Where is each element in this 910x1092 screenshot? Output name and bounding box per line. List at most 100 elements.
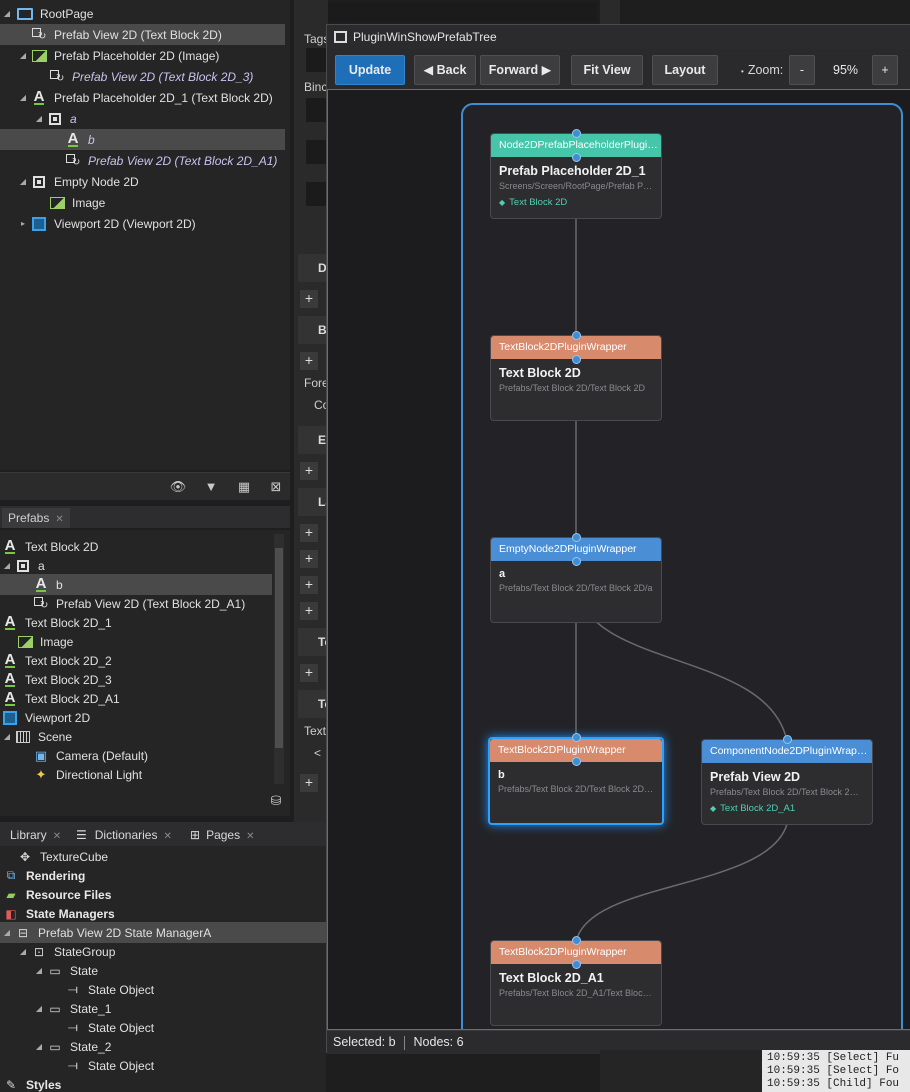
- section-header[interactable]: Ef: [298, 426, 330, 454]
- prefab-item[interactable]: ▣ Camera (Default): [0, 745, 290, 766]
- input-port[interactable]: [572, 936, 581, 945]
- expand-arrow-icon[interactable]: ◢: [2, 928, 12, 937]
- library-item[interactable]: ⟞ State Object: [0, 1017, 290, 1038]
- prefab-item[interactable]: A b: [0, 574, 272, 595]
- name-field[interactable]: b: [307, 2, 597, 22]
- output-port[interactable]: [572, 355, 581, 364]
- graph-node[interactable]: TextBlock2DPluginWrapper Text Block 2D_A…: [490, 936, 662, 1026]
- eye-icon[interactable]: 👁: [167, 478, 189, 496]
- input-port[interactable]: [783, 735, 792, 744]
- graph-node[interactable]: ComponentNode2DPluginWrapper Prefab View…: [701, 735, 873, 825]
- section-header[interactable]: Te: [298, 690, 331, 718]
- input-port[interactable]: [572, 733, 581, 742]
- text-field-value[interactable]: <: [314, 746, 321, 760]
- add-prefab-icon[interactable]: ⛁: [265, 792, 287, 810]
- tree-item-rootpage[interactable]: ◢ RootPage: [0, 3, 290, 24]
- prefabs-scrollbar[interactable]: [274, 534, 284, 784]
- tree-item-prefab-placeholder-2d-1[interactable]: ◢ A Prefab Placeholder 2D_1 (Text Block …: [0, 87, 290, 108]
- tree-item-image[interactable]: Image: [0, 192, 290, 213]
- plugin-window-titlebar[interactable]: PluginWinShowPrefabTree: [327, 25, 910, 49]
- expand-arrow-icon[interactable]: ◢: [34, 1042, 44, 1051]
- graph-canvas[interactable]: Node2DPrefabPlaceholderPlugin... Prefab …: [327, 89, 910, 1030]
- collapse-icon[interactable]: ⊠: [265, 478, 287, 496]
- add-property-button[interactable]: +: [300, 664, 318, 682]
- forward-button[interactable]: Forward ▶: [480, 55, 560, 85]
- prefab-item[interactable]: A Text Block 2D: [0, 536, 290, 557]
- binding-field[interactable]: [306, 140, 328, 164]
- library-item[interactable]: ◧ State Managers: [0, 903, 290, 924]
- close-icon[interactable]: ✕: [246, 831, 254, 842]
- tree-item-viewport-2d[interactable]: ▸ Viewport 2D (Viewport 2D): [0, 213, 290, 234]
- add-property-button[interactable]: +: [300, 462, 318, 480]
- add-property-button[interactable]: +: [300, 602, 318, 620]
- zoom-out-button[interactable]: -: [789, 55, 815, 85]
- layout-button[interactable]: Layout: [652, 55, 718, 85]
- graph-node[interactable]: TextBlock2DPluginWrapper Text Block 2D P…: [490, 331, 662, 421]
- filter-icon[interactable]: ▼: [200, 478, 222, 496]
- expand-arrow-icon[interactable]: ◢: [34, 1004, 44, 1013]
- prefab-item[interactable]: A Text Block 2D_1: [0, 612, 290, 633]
- library-item[interactable]: ✎ Styles: [0, 1074, 290, 1092]
- section-header[interactable]: B: [298, 316, 328, 344]
- prefab-item[interactable]: A Text Block 2D_A1: [0, 688, 290, 709]
- add-property-button[interactable]: +: [300, 576, 318, 594]
- grid-icon[interactable]: ▦: [233, 478, 255, 496]
- tree-item-prefab-view-2d-a1[interactable]: Prefab View 2D (Text Block 2D_A1): [0, 150, 290, 171]
- expand-arrow-icon[interactable]: ◢: [2, 561, 12, 570]
- prefab-item[interactable]: Prefab View 2D (Text Block 2D_A1): [0, 593, 290, 614]
- expand-arrow-icon[interactable]: ◢: [34, 966, 44, 975]
- prefab-item[interactable]: A Text Block 2D_3: [0, 669, 290, 690]
- graph-node[interactable]: Node2DPrefabPlaceholderPlugin... Prefab …: [490, 129, 662, 219]
- close-icon[interactable]: ✕: [163, 831, 171, 842]
- library-item[interactable]: ◢ ▭ State_1: [0, 998, 290, 1019]
- tab-pages[interactable]: ⊞ Pages ✕: [190, 825, 254, 845]
- library-item[interactable]: ◢ ⊟ Prefab View 2D State ManagerA: [0, 922, 326, 943]
- close-icon[interactable]: ✕: [55, 514, 63, 525]
- tab-prefabs[interactable]: Prefabs ✕: [2, 508, 70, 528]
- tree-item-b[interactable]: A b: [0, 129, 285, 150]
- expand-arrow-icon[interactable]: ◢: [18, 93, 28, 102]
- library-item[interactable]: ◢ ▭ State: [0, 960, 290, 981]
- add-property-button[interactable]: +: [300, 290, 318, 308]
- library-item[interactable]: ◢ ▭ State_2: [0, 1036, 290, 1057]
- tab-library[interactable]: Library ✕: [10, 825, 61, 845]
- expand-arrow-icon[interactable]: ◢: [18, 177, 28, 186]
- fit-view-button[interactable]: Fit View: [571, 55, 643, 85]
- section-header[interactable]: La: [298, 488, 332, 516]
- zoom-in-button[interactable]: +: [872, 55, 898, 85]
- input-port[interactable]: [572, 533, 581, 542]
- prefab-item[interactable]: Image: [0, 631, 290, 652]
- output-port[interactable]: [572, 757, 581, 766]
- input-port[interactable]: [572, 129, 581, 138]
- prefab-item[interactable]: Viewport 2D: [0, 707, 290, 728]
- expand-arrow-icon[interactable]: ◢: [2, 732, 12, 741]
- binding-field[interactable]: [306, 98, 328, 122]
- expand-arrow-icon[interactable]: ▸: [18, 219, 28, 228]
- binding-field[interactable]: [306, 182, 328, 206]
- add-property-button[interactable]: +: [300, 774, 318, 792]
- library-item[interactable]: ◢ ⊡ StateGroup: [0, 941, 290, 962]
- prefab-item[interactable]: A Text Block 2D_2: [0, 650, 290, 671]
- tree-item-prefab-view-2d[interactable]: Prefab View 2D (Text Block 2D): [0, 24, 285, 45]
- library-item[interactable]: ▰ Resource Files: [0, 884, 290, 905]
- update-button[interactable]: Update: [335, 55, 405, 85]
- add-property-button[interactable]: +: [300, 524, 318, 542]
- expand-arrow-icon[interactable]: ◢: [2, 9, 12, 18]
- prefab-item[interactable]: ✦ Directional Light: [0, 764, 290, 785]
- expand-arrow-icon[interactable]: ◢: [34, 114, 44, 123]
- tree-item-a[interactable]: ◢ a: [0, 108, 290, 129]
- prefab-item[interactable]: ◢ Scene: [0, 726, 290, 747]
- graph-node-selected[interactable]: TextBlock2DPluginWrapper b Prefabs/Text …: [488, 733, 664, 825]
- add-property-button[interactable]: +: [300, 352, 318, 370]
- expand-arrow-icon[interactable]: ◢: [18, 51, 28, 60]
- back-button[interactable]: ◀ Back: [414, 55, 476, 85]
- input-port[interactable]: [572, 331, 581, 340]
- library-item[interactable]: ⟞ State Object: [0, 1055, 290, 1076]
- tree-item-prefab-view-2d-3[interactable]: Prefab View 2D (Text Block 2D_3): [0, 66, 290, 87]
- tree-item-prefab-placeholder-image[interactable]: ◢ Prefab Placeholder 2D (Image): [0, 45, 290, 66]
- section-header[interactable]: Te: [298, 628, 331, 656]
- prefab-item[interactable]: ◢ a: [0, 555, 290, 576]
- expand-arrow-icon[interactable]: ◢: [18, 947, 28, 956]
- output-port[interactable]: [572, 153, 581, 162]
- library-item[interactable]: ⧉ Rendering: [0, 865, 290, 886]
